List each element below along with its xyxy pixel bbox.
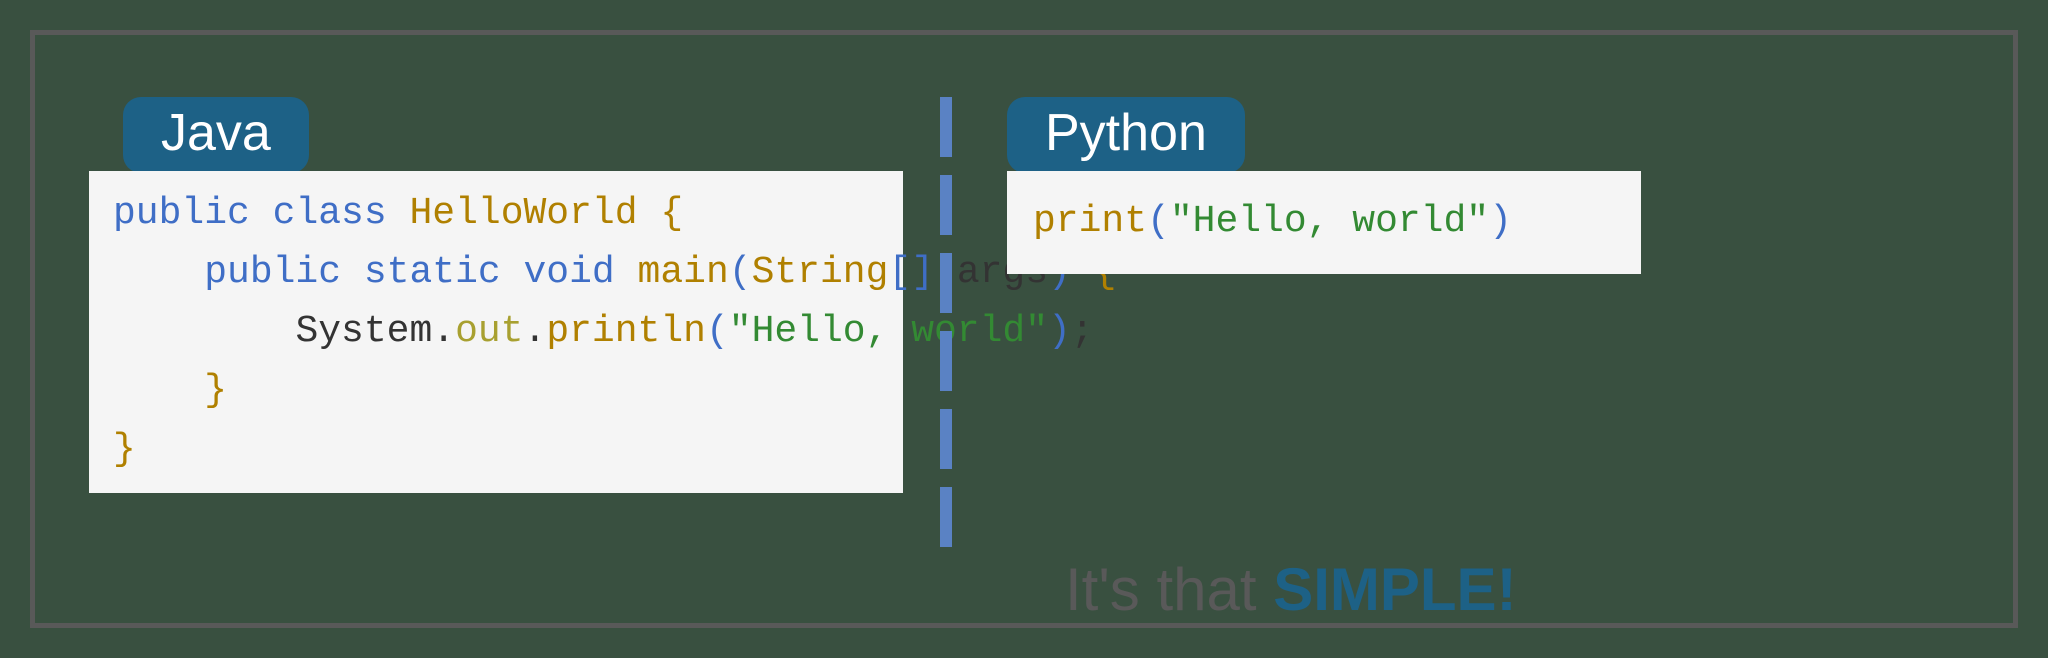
java-fn-main: main	[638, 251, 729, 294]
java-kw-public-2: public	[204, 251, 341, 294]
java-type-string: String	[752, 251, 889, 294]
tagline: It's that SIMPLE!	[1065, 555, 1517, 624]
java-brace-close-1: }	[113, 428, 136, 471]
python-paren-close: )	[1489, 200, 1512, 243]
java-bracket-close: ]	[911, 251, 934, 294]
java-out: out	[455, 310, 523, 353]
java-brace-open-1: {	[660, 192, 683, 235]
java-println: println	[546, 310, 706, 353]
java-semicolon: ;	[1071, 310, 1094, 353]
tagline-exclaim: !	[1497, 556, 1517, 623]
python-fn-print: print	[1033, 200, 1147, 243]
java-classname: HelloWorld	[409, 192, 637, 235]
java-system: System	[295, 310, 432, 353]
python-code-block: print("Hello, world")	[1007, 171, 1641, 274]
java-string: "Hello, world"	[729, 310, 1048, 353]
tagline-prefix: It's that	[1065, 556, 1273, 623]
divider-dash	[940, 331, 952, 391]
java-paren-open-2: (	[706, 310, 729, 353]
divider-dash	[940, 97, 952, 157]
java-label-pill: Java	[123, 97, 309, 173]
python-string: "Hello, world"	[1170, 200, 1489, 243]
java-kw-static: static	[364, 251, 501, 294]
python-label-pill: Python	[1007, 97, 1245, 173]
divider-dash	[940, 253, 952, 313]
java-paren-close-2: )	[1048, 310, 1071, 353]
java-kw-void: void	[524, 251, 615, 294]
java-dot-1: .	[432, 310, 455, 353]
java-code-block: public class HelloWorld { public static …	[89, 171, 903, 493]
vertical-divider	[940, 97, 952, 547]
java-brace-close-2: }	[204, 369, 227, 412]
python-paren-open: (	[1147, 200, 1170, 243]
divider-dash	[940, 175, 952, 235]
java-kw-public: public	[113, 192, 250, 235]
java-kw-class: class	[273, 192, 387, 235]
divider-dash	[940, 487, 952, 547]
comparison-frame: Java public class HelloWorld { public st…	[30, 30, 2018, 628]
divider-dash	[940, 409, 952, 469]
java-dot-2: .	[524, 310, 547, 353]
tagline-emphasis: SIMPLE	[1273, 556, 1496, 623]
java-paren-open-1: (	[729, 251, 752, 294]
java-bracket-open: [	[888, 251, 911, 294]
